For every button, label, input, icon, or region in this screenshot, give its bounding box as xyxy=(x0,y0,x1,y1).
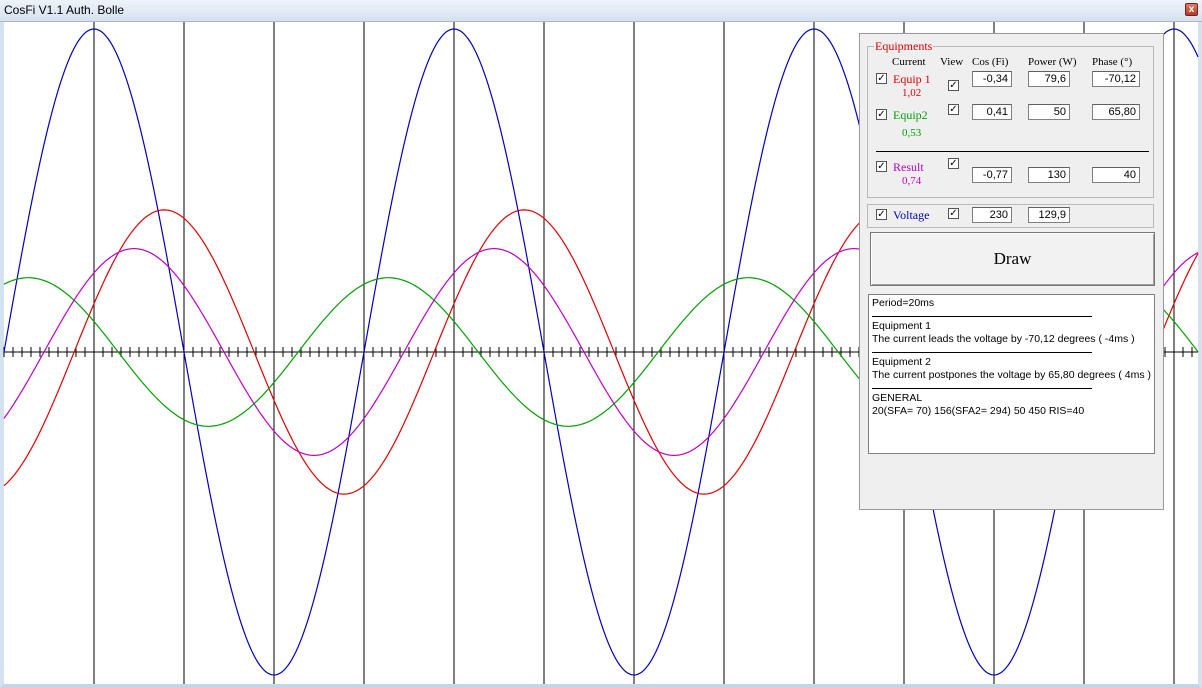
equip2-cos-field[interactable]: 0,41 xyxy=(972,104,1012,120)
equip1-current: 1,02 xyxy=(902,87,922,99)
equip2-power-field[interactable]: 50 xyxy=(1028,104,1070,120)
equip1-power-field[interactable]: 79,6 xyxy=(1028,71,1070,87)
voltage-checkbox[interactable]: ✓ xyxy=(876,209,887,220)
memo-eq2-text: The current postpones the voltage by 65,… xyxy=(872,369,1151,381)
memo-general-title: GENERAL xyxy=(872,392,923,404)
equip1-cos-field[interactable]: -0,34 xyxy=(972,71,1012,87)
equipments-title: Equipments xyxy=(874,39,934,54)
voltage-label: Voltage xyxy=(893,208,930,222)
memo-rule xyxy=(872,316,1092,317)
header-view: View xyxy=(940,56,964,68)
voltage-value-field[interactable]: 230 xyxy=(972,207,1012,223)
header-current: Current xyxy=(892,56,926,68)
memo-general-text: 20(SFA= 70) 156(SFA2= 294) 50 450 RIS=40 xyxy=(872,405,1085,417)
equip1-phase-field[interactable]: -70,12 xyxy=(1092,71,1140,87)
equip2-view-checkbox[interactable]: ✓ xyxy=(948,104,959,115)
equip2-checkbox[interactable]: ✓ xyxy=(876,109,887,120)
result-view-checkbox[interactable]: ✓ xyxy=(948,158,959,169)
memo-rule xyxy=(872,352,1092,353)
result-checkbox[interactable]: ✓ xyxy=(876,161,887,172)
memo-eq1-title: Equipment 1 xyxy=(872,320,931,332)
equip2-phase-field[interactable]: 65,80 xyxy=(1092,104,1140,120)
equip2-current: 0,53 xyxy=(902,127,922,139)
result-power-field[interactable]: 130 xyxy=(1028,167,1070,183)
memo-period: Period=20ms xyxy=(872,297,935,309)
equip1-checkbox[interactable]: ✓ xyxy=(876,73,887,84)
header-cos: Cos (Fi) xyxy=(972,56,1009,68)
result-phase-field[interactable]: 40 xyxy=(1092,167,1140,183)
memo-eq1-text: The current leads the voltage by -70,12 … xyxy=(872,333,1135,345)
equip1-view-checkbox[interactable]: ✓ xyxy=(948,80,959,91)
result-cos-field[interactable]: -0,77 xyxy=(972,167,1012,183)
result-separator xyxy=(876,151,1149,152)
voltage-second-field[interactable]: 129,9 xyxy=(1028,207,1070,223)
equip1-label: Equip 1 xyxy=(893,72,931,86)
control-panel: Equipments Current View Cos (Fi) Power (… xyxy=(859,33,1164,510)
equip2-label: Equip2 xyxy=(893,108,928,122)
header-phase: Phase (°) xyxy=(1092,56,1133,68)
draw-button[interactable]: Draw xyxy=(870,232,1155,286)
memo-eq2-title: Equipment 2 xyxy=(872,356,931,368)
results-memo[interactable]: Period=20ms Equipment 1 The current lead… xyxy=(868,294,1155,454)
memo-rule xyxy=(872,388,1092,389)
voltage-view-checkbox[interactable]: ✓ xyxy=(948,208,959,219)
result-label: Result xyxy=(893,160,924,174)
header-power: Power (W) xyxy=(1028,56,1077,68)
result-current: 0,74 xyxy=(902,175,922,187)
